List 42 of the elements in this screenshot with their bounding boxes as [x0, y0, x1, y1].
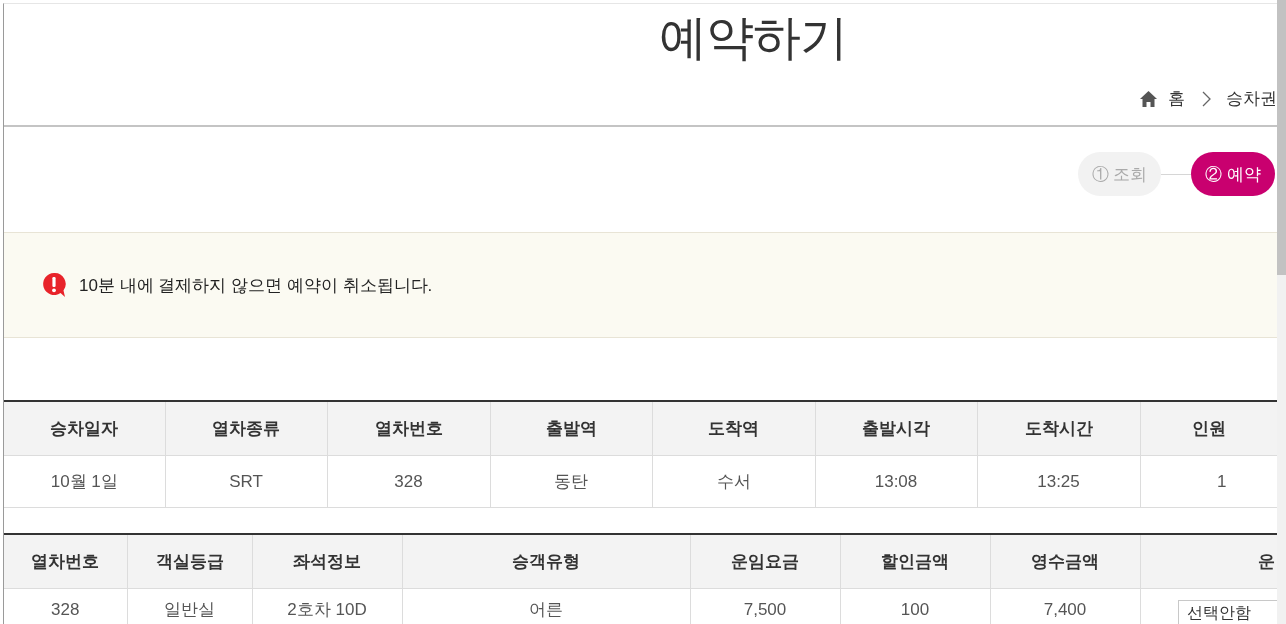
column-header: 좌석정보 [252, 534, 402, 589]
column-header: 열차번호 [327, 401, 490, 456]
table-cell: 13:08 [815, 455, 977, 508]
column-header: 승객유형 [402, 534, 690, 589]
scrollbar-thumb[interactable] [1277, 0, 1286, 275]
column-header: 운 [1140, 534, 1277, 589]
table-cell: 2호차 10D [252, 588, 402, 624]
column-header: 객실등급 [127, 534, 252, 589]
table-cell: 100 [840, 588, 990, 624]
breadcrumb-link[interactable]: 승차권 [1226, 89, 1277, 109]
table-cell: 7,400 [990, 588, 1140, 624]
step-pill: ② 예약 [1191, 152, 1275, 196]
column-header: 출발역 [490, 401, 652, 456]
table-cell: 동탄 [490, 455, 652, 508]
table-cell: 7,500 [690, 588, 840, 624]
table-cell: 일반실 [127, 588, 252, 624]
notice-text: 10분 내에 결제하지 않으면 예약이 취소됩니다. [79, 274, 433, 297]
table-cell: 328 [4, 588, 127, 624]
column-header: 운임요금 [690, 534, 840, 589]
column-header: 승차일자 [4, 401, 165, 456]
breadcrumb-link[interactable]: 홈 [1168, 89, 1185, 109]
table-cell: 어른 [402, 588, 690, 624]
table-cell: 13:25 [977, 455, 1140, 508]
column-header: 도착역 [652, 401, 815, 456]
table-cell: SRT [165, 455, 327, 508]
scrollbar-track[interactable] [1277, 0, 1286, 624]
step-pill: ① 조회 [1077, 152, 1162, 196]
column-header: 도착시간 [977, 401, 1140, 456]
chevron-right-icon [1202, 91, 1211, 107]
page-title: 예약하기 [658, 10, 848, 66]
column-header: 열차번호 [4, 534, 127, 589]
column-header: 출발시각 [815, 401, 977, 456]
step-connector-line [1161, 173, 1192, 175]
alert-icon [42, 272, 66, 298]
table-cell: 328 [327, 455, 490, 508]
home-icon [1140, 91, 1157, 107]
column-header: 인원 [1140, 401, 1277, 456]
table-cell: 수서 [652, 455, 815, 508]
column-header: 열차종류 [165, 401, 327, 456]
column-header: 영수금액 [990, 534, 1140, 589]
column-header: 할인금액 [840, 534, 990, 589]
table-cell: 10월 1일 [4, 455, 165, 508]
